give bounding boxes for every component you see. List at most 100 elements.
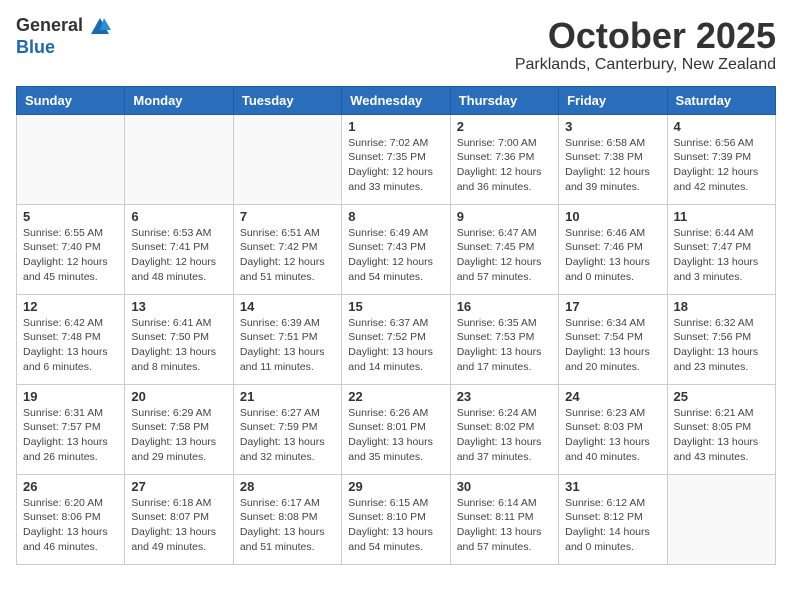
day-number: 12 <box>23 299 118 314</box>
day-number: 25 <box>674 389 769 404</box>
empty-cell <box>17 114 125 204</box>
day-info: Sunrise: 6:46 AM Sunset: 7:46 PM Dayligh… <box>565 226 660 285</box>
day-number: 2 <box>457 119 552 134</box>
day-number: 31 <box>565 479 660 494</box>
day-info: Sunrise: 6:37 AM Sunset: 7:52 PM Dayligh… <box>348 316 443 375</box>
empty-cell <box>667 474 775 564</box>
day-number: 4 <box>674 119 769 134</box>
day-cell-18: 18 Sunrise: 6:32 AM Sunset: 7:56 PM Dayli… <box>667 294 775 384</box>
column-header-monday: Monday <box>125 86 233 114</box>
day-cell-11: 11 Sunrise: 6:44 AM Sunset: 7:47 PM Dayli… <box>667 204 775 294</box>
day-info: Sunrise: 6:53 AM Sunset: 7:41 PM Dayligh… <box>131 226 226 285</box>
day-number: 24 <box>565 389 660 404</box>
day-cell-19: 19 Sunrise: 6:31 AM Sunset: 7:57 PM Dayli… <box>17 384 125 474</box>
day-number: 28 <box>240 479 335 494</box>
day-number: 30 <box>457 479 552 494</box>
day-cell-10: 10 Sunrise: 6:46 AM Sunset: 7:46 PM Dayli… <box>559 204 667 294</box>
day-info: Sunrise: 6:17 AM Sunset: 8:08 PM Dayligh… <box>240 496 335 555</box>
day-info: Sunrise: 6:29 AM Sunset: 7:58 PM Dayligh… <box>131 406 226 465</box>
day-info: Sunrise: 6:27 AM Sunset: 7:59 PM Dayligh… <box>240 406 335 465</box>
day-cell-27: 27 Sunrise: 6:18 AM Sunset: 8:07 PM Dayli… <box>125 474 233 564</box>
calendar-table: SundayMondayTuesdayWednesdayThursdayFrid… <box>16 86 776 565</box>
day-cell-3: 3Sunrise: 6:58 AM Sunset: 7:38 PM Daylig… <box>559 114 667 204</box>
day-cell-30: 30 Sunrise: 6:14 AM Sunset: 8:11 PM Dayli… <box>450 474 558 564</box>
day-cell-20: 20 Sunrise: 6:29 AM Sunset: 7:58 PM Dayli… <box>125 384 233 474</box>
day-number: 27 <box>131 479 226 494</box>
day-info: Sunrise: 6:44 AM Sunset: 7:47 PM Dayligh… <box>674 226 769 285</box>
day-info: Sunrise: 7:02 AM Sunset: 7:35 PM Dayligh… <box>348 136 443 195</box>
day-info: Sunrise: 6:47 AM Sunset: 7:45 PM Dayligh… <box>457 226 552 285</box>
day-cell-14: 14Sunrise: 6:39 AM Sunset: 7:51 PM Dayli… <box>233 294 341 384</box>
day-number: 16 <box>457 299 552 314</box>
day-info: Sunrise: 6:42 AM Sunset: 7:48 PM Dayligh… <box>23 316 118 375</box>
day-info: Sunrise: 6:35 AM Sunset: 7:53 PM Dayligh… <box>457 316 552 375</box>
day-info: Sunrise: 6:41 AM Sunset: 7:50 PM Dayligh… <box>131 316 226 375</box>
logo-general-text: General <box>16 15 83 35</box>
logo-blue-text: Blue <box>16 38 55 56</box>
day-number: 7 <box>240 209 335 224</box>
day-info: Sunrise: 6:31 AM Sunset: 7:57 PM Dayligh… <box>23 406 118 465</box>
day-cell-26: 26 Sunrise: 6:20 AM Sunset: 8:06 PM Dayli… <box>17 474 125 564</box>
day-number: 11 <box>674 209 769 224</box>
day-cell-5: 5 Sunrise: 6:55 AM Sunset: 7:40 PM Daylig… <box>17 204 125 294</box>
day-info: Sunrise: 7:00 AM Sunset: 7:36 PM Dayligh… <box>457 136 552 195</box>
month-title: October 2025 <box>515 16 776 56</box>
week-row-3: 12 Sunrise: 6:42 AM Sunset: 7:48 PM Dayli… <box>17 294 776 384</box>
day-info: Sunrise: 6:18 AM Sunset: 8:07 PM Dayligh… <box>131 496 226 555</box>
day-cell-21: 21 Sunrise: 6:27 AM Sunset: 7:59 PM Dayli… <box>233 384 341 474</box>
day-number: 29 <box>348 479 443 494</box>
column-header-saturday: Saturday <box>667 86 775 114</box>
day-number: 5 <box>23 209 118 224</box>
day-info: Sunrise: 6:26 AM Sunset: 8:01 PM Dayligh… <box>348 406 443 465</box>
day-number: 1 <box>348 119 443 134</box>
week-row-4: 19 Sunrise: 6:31 AM Sunset: 7:57 PM Dayli… <box>17 384 776 474</box>
logo-icon <box>89 16 111 38</box>
day-number: 18 <box>674 299 769 314</box>
day-number: 26 <box>23 479 118 494</box>
day-number: 8 <box>348 209 443 224</box>
column-header-wednesday: Wednesday <box>342 86 450 114</box>
day-cell-22: 22 Sunrise: 6:26 AM Sunset: 8:01 PM Dayli… <box>342 384 450 474</box>
day-number: 22 <box>348 389 443 404</box>
day-cell-24: 24 Sunrise: 6:23 AM Sunset: 8:03 PM Dayli… <box>559 384 667 474</box>
week-row-2: 5 Sunrise: 6:55 AM Sunset: 7:40 PM Daylig… <box>17 204 776 294</box>
day-number: 14 <box>240 299 335 314</box>
day-info: Sunrise: 6:14 AM Sunset: 8:11 PM Dayligh… <box>457 496 552 555</box>
day-number: 20 <box>131 389 226 404</box>
day-info: Sunrise: 6:34 AM Sunset: 7:54 PM Dayligh… <box>565 316 660 375</box>
day-number: 10 <box>565 209 660 224</box>
day-cell-16: 16 Sunrise: 6:35 AM Sunset: 7:53 PM Dayli… <box>450 294 558 384</box>
day-info: Sunrise: 6:20 AM Sunset: 8:06 PM Dayligh… <box>23 496 118 555</box>
day-cell-15: 15 Sunrise: 6:37 AM Sunset: 7:52 PM Dayli… <box>342 294 450 384</box>
day-number: 13 <box>131 299 226 314</box>
day-number: 21 <box>240 389 335 404</box>
day-cell-4: 4Sunrise: 6:56 AM Sunset: 7:39 PM Daylig… <box>667 114 775 204</box>
day-cell-1: 1 Sunrise: 7:02 AM Sunset: 7:35 PM Daylig… <box>342 114 450 204</box>
day-cell-29: 29Sunrise: 6:15 AM Sunset: 8:10 PM Dayli… <box>342 474 450 564</box>
day-info: Sunrise: 6:55 AM Sunset: 7:40 PM Dayligh… <box>23 226 118 285</box>
day-number: 23 <box>457 389 552 404</box>
day-info: Sunrise: 6:12 AM Sunset: 8:12 PM Dayligh… <box>565 496 660 555</box>
column-header-friday: Friday <box>559 86 667 114</box>
day-info: Sunrise: 6:21 AM Sunset: 8:05 PM Dayligh… <box>674 406 769 465</box>
day-cell-9: 9 Sunrise: 6:47 AM Sunset: 7:45 PM Daylig… <box>450 204 558 294</box>
day-info: Sunrise: 6:23 AM Sunset: 8:03 PM Dayligh… <box>565 406 660 465</box>
day-cell-31: 31 Sunrise: 6:12 AM Sunset: 8:12 PM Dayli… <box>559 474 667 564</box>
day-cell-25: 25 Sunrise: 6:21 AM Sunset: 8:05 PM Dayli… <box>667 384 775 474</box>
day-number: 9 <box>457 209 552 224</box>
day-cell-6: 6 Sunrise: 6:53 AM Sunset: 7:41 PM Daylig… <box>125 204 233 294</box>
day-cell-28: 28 Sunrise: 6:17 AM Sunset: 8:08 PM Dayli… <box>233 474 341 564</box>
day-cell-7: 7Sunrise: 6:51 AM Sunset: 7:42 PM Daylig… <box>233 204 341 294</box>
page-header: General Blue October 2025 Parklands, Can… <box>16 16 776 74</box>
day-info: Sunrise: 6:24 AM Sunset: 8:02 PM Dayligh… <box>457 406 552 465</box>
day-info: Sunrise: 6:32 AM Sunset: 7:56 PM Dayligh… <box>674 316 769 375</box>
day-number: 19 <box>23 389 118 404</box>
day-cell-12: 12 Sunrise: 6:42 AM Sunset: 7:48 PM Dayli… <box>17 294 125 384</box>
column-header-sunday: Sunday <box>17 86 125 114</box>
empty-cell <box>125 114 233 204</box>
day-number: 3 <box>565 119 660 134</box>
week-row-5: 26 Sunrise: 6:20 AM Sunset: 8:06 PM Dayli… <box>17 474 776 564</box>
day-number: 6 <box>131 209 226 224</box>
column-header-thursday: Thursday <box>450 86 558 114</box>
day-number: 15 <box>348 299 443 314</box>
